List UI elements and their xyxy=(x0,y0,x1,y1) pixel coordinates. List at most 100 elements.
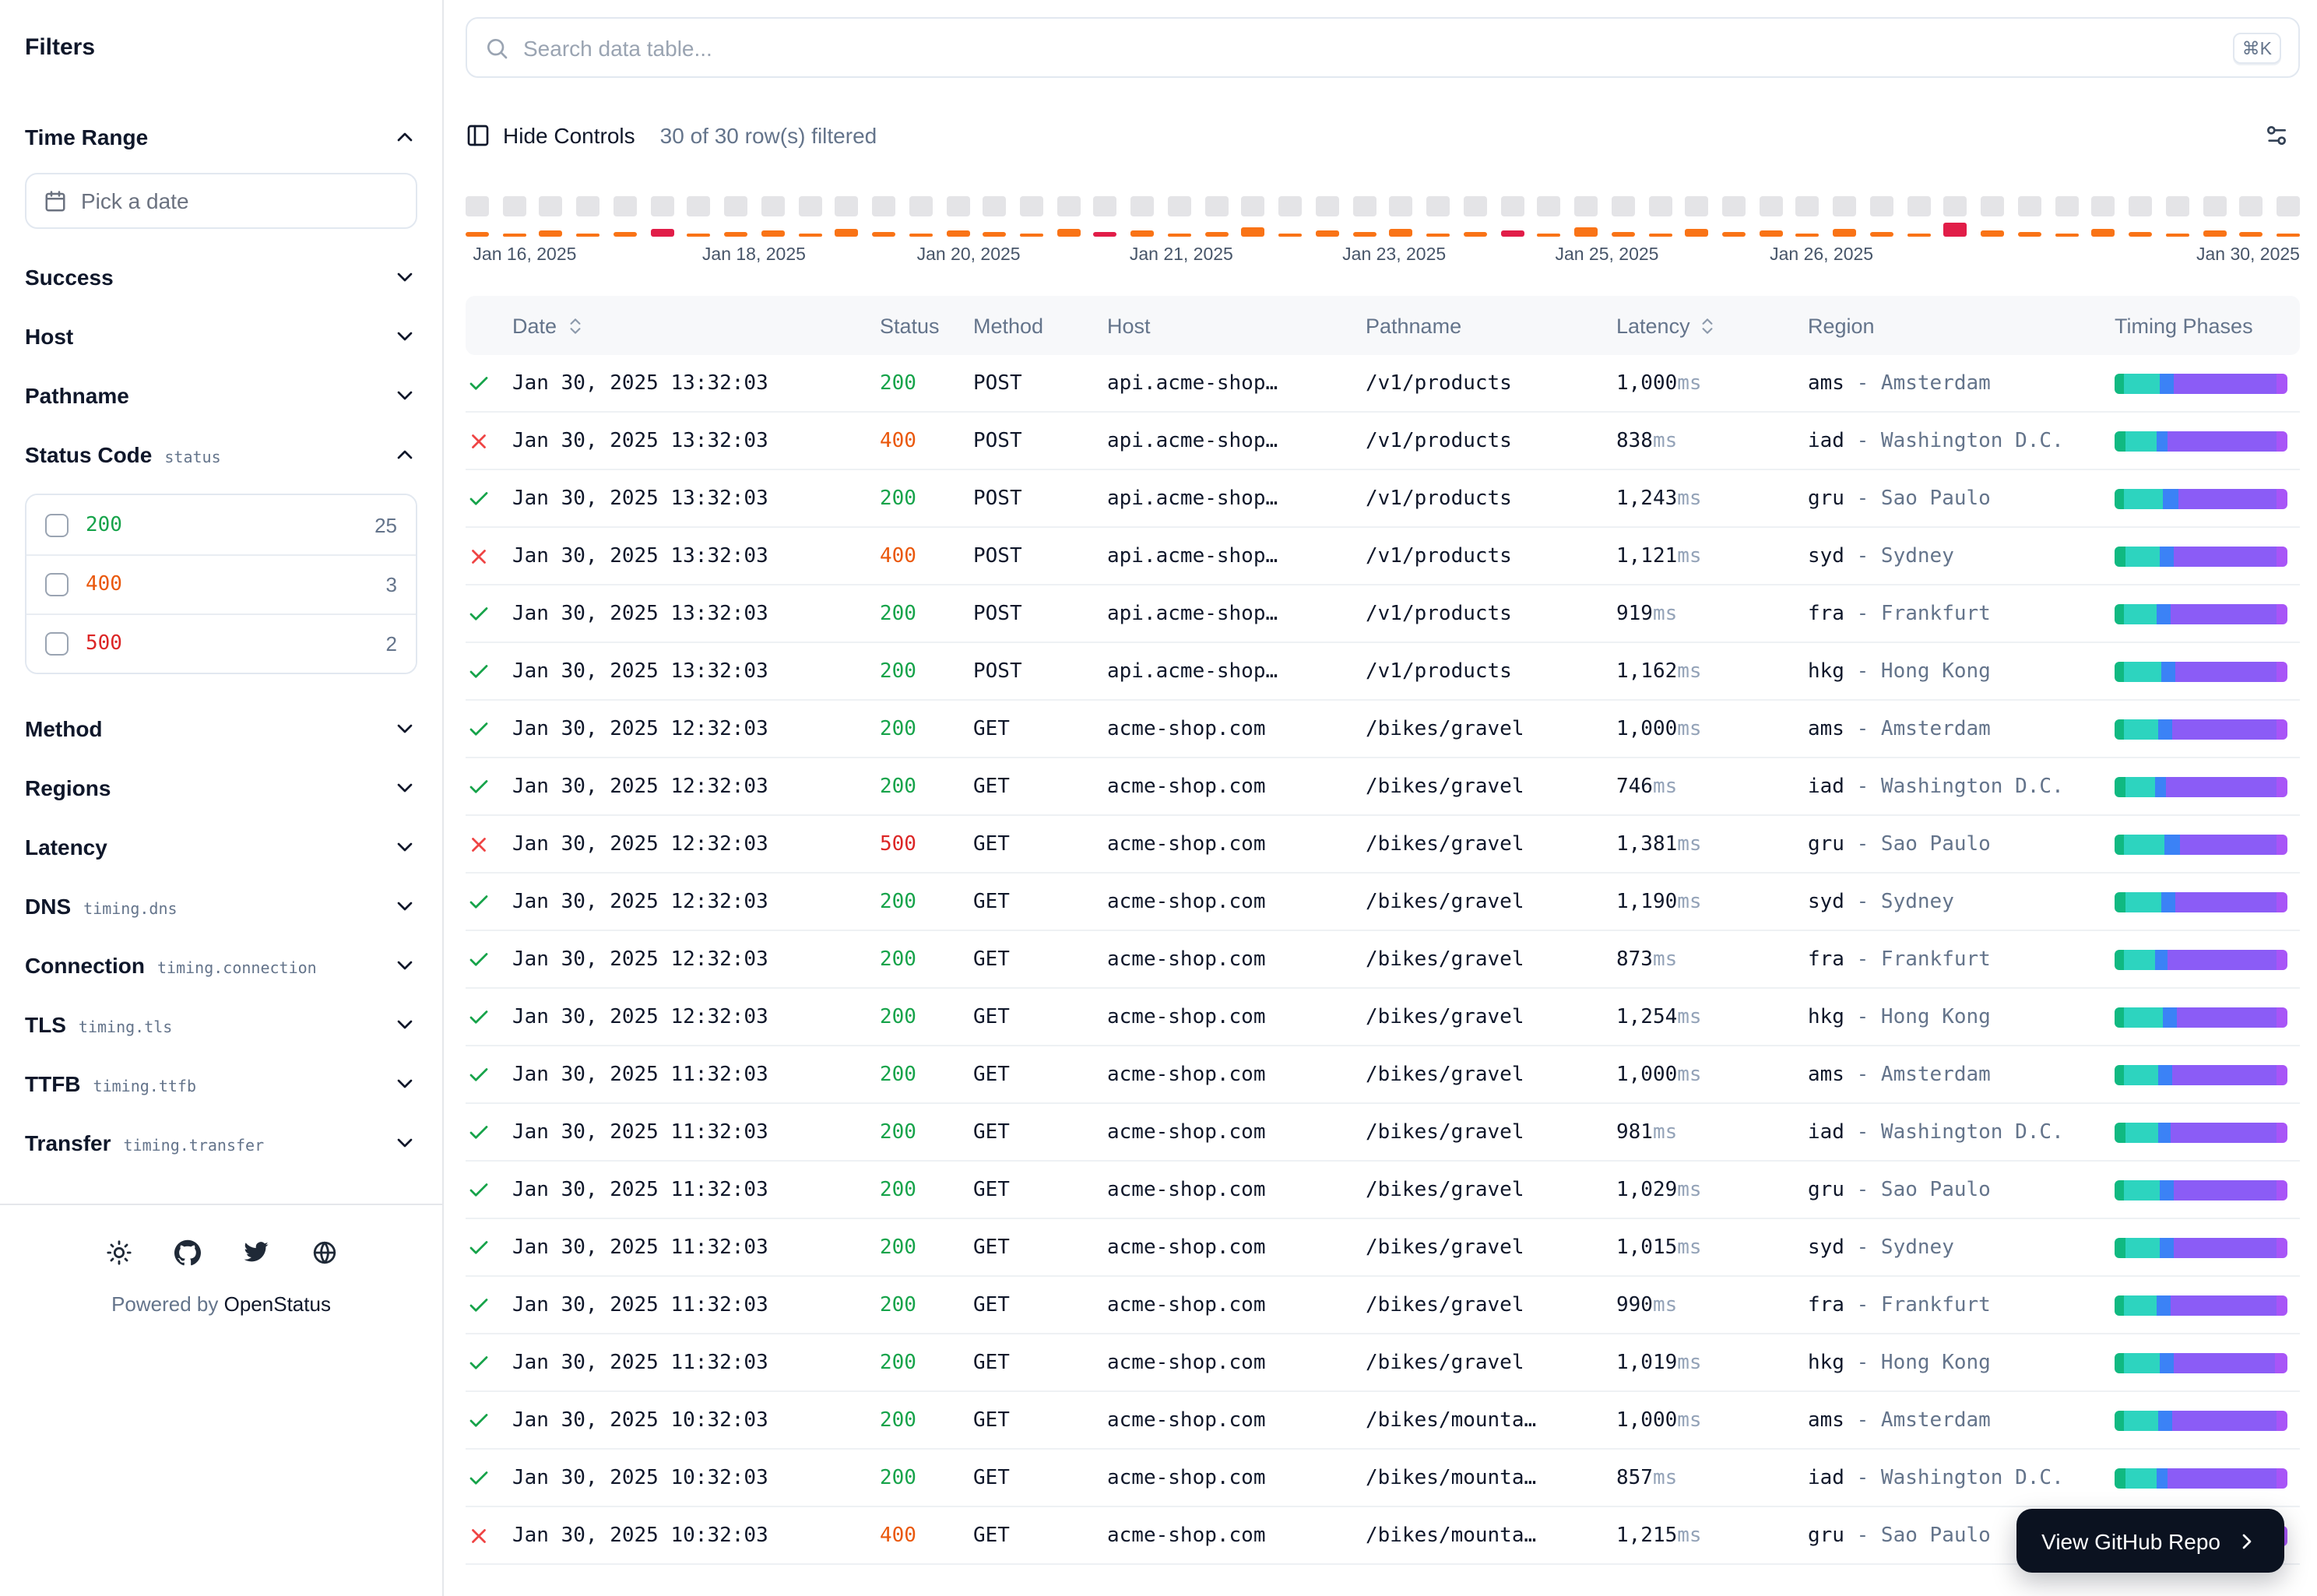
timeline-bar[interactable] xyxy=(724,196,747,237)
filter-section-toggle-dns[interactable]: DNStiming.dns xyxy=(25,877,417,936)
timeline-bar[interactable] xyxy=(502,196,526,237)
timeline-bar[interactable] xyxy=(1057,196,1081,237)
table-row[interactable]: Jan 30, 2025 12:32:03200GETacme-shop.com… xyxy=(466,931,2300,989)
timeline-bar[interactable] xyxy=(835,196,859,237)
timeline-bar[interactable] xyxy=(687,196,711,237)
filter-section-toggle-time-range[interactable]: Time Range xyxy=(25,107,417,167)
filter-section-toggle-host[interactable]: Host xyxy=(25,307,417,366)
timeline-bar[interactable] xyxy=(2203,196,2226,237)
table-row[interactable]: Jan 30, 2025 10:32:03200GETacme-shop.com… xyxy=(466,1450,2300,1507)
column-date[interactable]: Date xyxy=(512,314,880,337)
timeline-bar[interactable] xyxy=(1759,196,1782,237)
timeline-bar[interactable] xyxy=(2092,196,2115,237)
timeline-bar[interactable] xyxy=(872,196,895,237)
timeline-bar[interactable] xyxy=(1130,196,1154,237)
table-row[interactable]: Jan 30, 2025 13:32:03200POSTapi.acme-sho… xyxy=(466,470,2300,528)
timeline-bar[interactable] xyxy=(1685,196,1708,237)
filter-section-toggle-latency[interactable]: Latency xyxy=(25,817,417,877)
table-row[interactable]: Jan 30, 2025 12:32:03200GETacme-shop.com… xyxy=(466,701,2300,758)
timeline-bar[interactable] xyxy=(1796,196,1819,237)
timeline-bar[interactable] xyxy=(614,196,637,237)
timeline-bar[interactable] xyxy=(576,196,599,237)
filter-section-toggle-transfer[interactable]: Transfertiming.transfer xyxy=(25,1113,417,1172)
timeline-bar[interactable] xyxy=(1242,196,1265,237)
filter-section-toggle-connection[interactable]: Connectiontiming.connection xyxy=(25,936,417,995)
table-row[interactable]: Jan 30, 2025 13:32:03200POSTapi.acme-sho… xyxy=(466,585,2300,643)
timeline-bar[interactable] xyxy=(1352,196,1376,237)
filter-section-toggle-regions[interactable]: Regions xyxy=(25,758,417,817)
sun-icon[interactable] xyxy=(105,1239,132,1266)
timeline-bar[interactable] xyxy=(2277,196,2300,237)
timeline-bar[interactable] xyxy=(1538,196,1561,237)
timeline-bar[interactable] xyxy=(909,196,933,237)
table-row[interactable]: Jan 30, 2025 13:32:03200POSTapi.acme-sho… xyxy=(466,355,2300,413)
timeline-bar[interactable] xyxy=(1722,196,1746,237)
timeline-bar[interactable] xyxy=(1981,196,2004,237)
table-row[interactable]: Jan 30, 2025 11:32:03200GETacme-shop.com… xyxy=(466,1162,2300,1219)
table-row[interactable]: Jan 30, 2025 12:32:03200GETacme-shop.com… xyxy=(466,989,2300,1046)
view-github-repo-button[interactable]: View GitHub Repo xyxy=(2016,1509,2284,1573)
timeline-bar[interactable] xyxy=(1574,196,1598,237)
timeline-bar[interactable] xyxy=(1426,196,1450,237)
table-row[interactable]: Jan 30, 2025 11:32:03200GETacme-shop.com… xyxy=(466,1334,2300,1392)
timeline-bar[interactable] xyxy=(1833,196,1856,237)
filter-section-toggle-success[interactable]: Success xyxy=(25,248,417,307)
column-latency[interactable]: Latency xyxy=(1616,314,1808,337)
filter-section-toggle-status-code[interactable]: Status Codestatus xyxy=(25,425,417,484)
timeline-bar[interactable] xyxy=(1464,196,1487,237)
timeline-bar[interactable] xyxy=(466,196,489,237)
timeline-bar[interactable] xyxy=(798,196,821,237)
checkbox[interactable] xyxy=(45,513,69,536)
table-row[interactable]: Jan 30, 2025 11:32:03200GETacme-shop.com… xyxy=(466,1046,2300,1104)
timeline-bar[interactable] xyxy=(1907,196,1930,237)
openstatus-link[interactable]: OpenStatus xyxy=(224,1292,331,1316)
timeline-bar[interactable] xyxy=(1944,196,1967,237)
table-row[interactable]: Jan 30, 2025 11:32:03200GETacme-shop.com… xyxy=(466,1219,2300,1277)
table-row[interactable]: Jan 30, 2025 12:32:03200GETacme-shop.com… xyxy=(466,758,2300,816)
filter-section-toggle-ttfb[interactable]: TTFBtiming.ttfb xyxy=(25,1054,417,1113)
checkbox[interactable] xyxy=(45,632,69,656)
timeline-bar[interactable] xyxy=(2129,196,2152,237)
timeline-bar[interactable] xyxy=(1612,196,1635,237)
table-row[interactable]: Jan 30, 2025 10:32:03200GETacme-shop.com… xyxy=(466,1392,2300,1450)
timeline-bar[interactable] xyxy=(761,196,785,237)
timeline-bar[interactable] xyxy=(1648,196,1672,237)
timeline-bar[interactable] xyxy=(2166,196,2189,237)
filter-section-toggle-pathname[interactable]: Pathname xyxy=(25,366,417,425)
timeline-bar[interactable] xyxy=(540,196,563,237)
timeline-bar[interactable] xyxy=(1390,196,1413,237)
table-row[interactable]: Jan 30, 2025 12:32:03500GETacme-shop.com… xyxy=(466,816,2300,874)
timeline-bar[interactable] xyxy=(2055,196,2078,237)
timeline-bar[interactable] xyxy=(1870,196,1893,237)
timeline-bar[interactable] xyxy=(1094,196,1117,237)
status-filter-200[interactable]: 20025 xyxy=(26,495,416,554)
table-row[interactable]: Jan 30, 2025 13:32:03400POSTapi.acme-sho… xyxy=(466,528,2300,585)
hide-controls-button[interactable]: Hide Controls xyxy=(466,123,635,148)
timeline-bar[interactable] xyxy=(2240,196,2263,237)
timeline-bar[interactable] xyxy=(946,196,969,237)
table-row[interactable]: Jan 30, 2025 11:32:03200GETacme-shop.com… xyxy=(466,1104,2300,1162)
table-row[interactable]: Jan 30, 2025 13:32:03400POSTapi.acme-sho… xyxy=(466,413,2300,470)
twitter-icon[interactable] xyxy=(242,1239,269,1266)
timeline-bar[interactable] xyxy=(983,196,1007,237)
filter-section-toggle-tls[interactable]: TLStiming.tls xyxy=(25,995,417,1054)
timeline-bar[interactable] xyxy=(1500,196,1524,237)
table-row[interactable]: Jan 30, 2025 12:32:03200GETacme-shop.com… xyxy=(466,874,2300,931)
globe-icon[interactable] xyxy=(311,1239,337,1266)
timeline-bar[interactable] xyxy=(2018,196,2041,237)
timeline-bar[interactable] xyxy=(1316,196,1339,237)
table-row[interactable]: Jan 30, 2025 11:32:03200GETacme-shop.com… xyxy=(466,1277,2300,1334)
date-picker-input[interactable]: Pick a date xyxy=(25,173,417,229)
timeline-bar[interactable] xyxy=(650,196,673,237)
timeline-bar[interactable] xyxy=(1278,196,1302,237)
timeline-bar[interactable] xyxy=(1020,196,1043,237)
filter-section-toggle-method[interactable]: Method xyxy=(25,699,417,758)
status-filter-500[interactable]: 5002 xyxy=(26,613,416,673)
table-row[interactable]: Jan 30, 2025 13:32:03200POSTapi.acme-sho… xyxy=(466,643,2300,701)
checkbox[interactable] xyxy=(45,573,69,596)
timeline-bar[interactable] xyxy=(1168,196,1191,237)
timeline-bar[interactable] xyxy=(1204,196,1228,237)
github-icon[interactable] xyxy=(174,1239,200,1266)
status-filter-400[interactable]: 4003 xyxy=(26,554,416,613)
view-options-button[interactable] xyxy=(2253,112,2300,159)
